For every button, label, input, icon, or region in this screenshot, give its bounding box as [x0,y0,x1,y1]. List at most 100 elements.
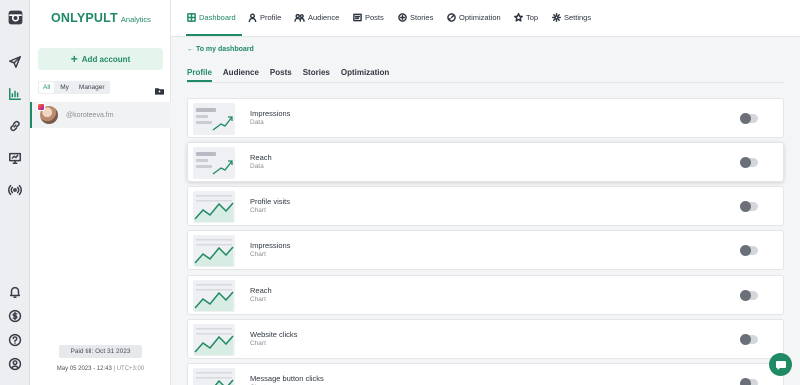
user-icon[interactable] [7,356,23,372]
account-filter: All My Manager [38,81,110,94]
toggle-knob [740,157,751,168]
star-icon [514,13,523,22]
filter-manager[interactable]: Manager [74,81,110,94]
audience-icon [294,13,305,22]
subtab-audience[interactable]: Audience [223,68,259,82]
widget-toggle[interactable] [740,334,758,345]
widget-toggle[interactable] [740,290,758,301]
tab-optimization[interactable]: Optimization [447,13,501,22]
subtab-profile[interactable]: Profile [187,68,212,82]
arrow-left-icon: ← [187,46,196,53]
tab-posts[interactable]: Posts [353,13,384,22]
tab-posts-label: Posts [365,13,384,22]
analytics-icon[interactable] [0,82,30,106]
widget-type: Data [250,163,264,170]
monitor-icon[interactable] [7,150,23,166]
current-datetime: May 05 2023 - 12:43 [56,366,112,372]
dollar-icon[interactable] [7,308,23,324]
chart-thumbnail-icon [193,368,235,385]
toggle-knob [740,113,751,124]
datetime: May 05 2023 - 12:43 | UTC+3:00 [56,366,145,372]
instagram-badge-icon [37,103,45,111]
widget-row[interactable]: Impressions Chart [187,230,784,270]
active-tab-indicator [186,34,242,36]
tab-top[interactable]: Top [514,13,538,22]
widget-type: Chart [250,340,266,347]
toggle-knob [740,290,751,301]
optimization-icon [447,13,456,22]
back-to-dashboard-link[interactable]: ← To my dashboard [187,46,254,53]
tab-dashboard-label: Dashboard [199,13,236,22]
widget-title: Impressions [250,241,291,250]
tab-settings[interactable]: Settings [552,13,591,22]
tab-profile-label: Profile [260,13,282,22]
widget-title: Impressions [250,109,291,118]
widget-title: Message button clicks [250,374,324,383]
data-thumbnail-icon [193,103,235,135]
profile-icon [248,13,257,22]
widget-row[interactable]: Message button clicks Chart [187,363,784,385]
subtab-divider [187,82,784,83]
widget-toggle[interactable] [740,201,758,212]
tab-stories[interactable]: Stories [398,13,433,22]
add-account-button[interactable]: + Add account [38,48,163,70]
widget-row[interactable]: Impressions Data [187,98,784,138]
tab-audience[interactable]: Audience [294,13,339,22]
plus-icon: + [70,52,78,66]
timezone: UTC+3:00 [116,366,145,372]
subtab-optimization[interactable]: Optimization [341,68,389,82]
widget-toggle[interactable] [740,245,758,256]
tab-top-label: Top [526,13,539,22]
posts-icon [353,13,362,22]
widget-toggle[interactable] [740,113,758,124]
chat-icon [775,360,786,370]
gear-icon [552,13,561,22]
dashboard-icon [187,13,196,22]
data-thumbnail-icon [193,147,235,179]
filter-my[interactable]: My [55,81,74,94]
toggle-knob [740,334,751,345]
widget-row[interactable]: Reach Data [187,142,784,182]
toggle-knob [740,245,751,256]
brand-subtitle: Analytics [120,15,151,24]
top-navigation: Dashboard Profile Audience Posts Stories… [171,0,800,37]
add-account-label: Add account [81,54,131,64]
tab-audience-label: Audience [308,13,340,22]
widget-row[interactable]: Reach Chart [187,275,784,315]
account-panel: ONLYPULT Analytics + Add account All My … [30,0,171,385]
widget-title: Reach [250,153,272,162]
account-item[interactable]: @koroteeva.fm [30,102,171,128]
chart-thumbnail-icon [193,191,235,223]
stories-icon [398,13,407,22]
chat-support-button[interactable] [769,353,792,376]
widget-category-tabs: Profile Audience Posts Stories Optimizat… [187,68,400,82]
paid-till-badge: Paid till: Oct 31 2023 [59,345,142,358]
widget-toggle[interactable] [740,378,758,385]
widget-row[interactable]: Website clicks Chart [187,319,784,359]
widget-type: Chart [250,251,266,258]
subtab-stories[interactable]: Stories [303,68,330,82]
link-icon[interactable] [7,118,23,134]
folder-icon[interactable] [155,82,164,95]
toggle-knob [740,378,751,385]
subtab-posts[interactable]: Posts [270,68,292,82]
avatar [37,103,58,124]
back-link-label: To my dashboard [195,46,254,53]
tab-profile[interactable]: Profile [248,13,281,22]
tab-stories-label: Stories [410,13,434,22]
widget-type: Chart [250,207,266,214]
chart-thumbnail-icon [193,280,235,312]
widget-row[interactable]: Profile visits Chart [187,186,784,226]
broadcast-icon[interactable] [7,182,23,198]
instagram-icon[interactable] [7,9,23,25]
help-icon[interactable] [7,332,23,348]
bell-icon[interactable] [7,284,23,300]
widget-toggle[interactable] [740,157,758,168]
widget-title: Reach [250,286,272,295]
tab-optimization-label: Optimization [459,13,501,22]
tab-dashboard[interactable]: Dashboard [187,13,236,22]
filter-all[interactable]: All [39,82,55,93]
toggle-knob [740,201,751,212]
brand-logo[interactable]: ONLYPULT Analytics [51,11,151,25]
send-icon[interactable] [7,54,23,70]
